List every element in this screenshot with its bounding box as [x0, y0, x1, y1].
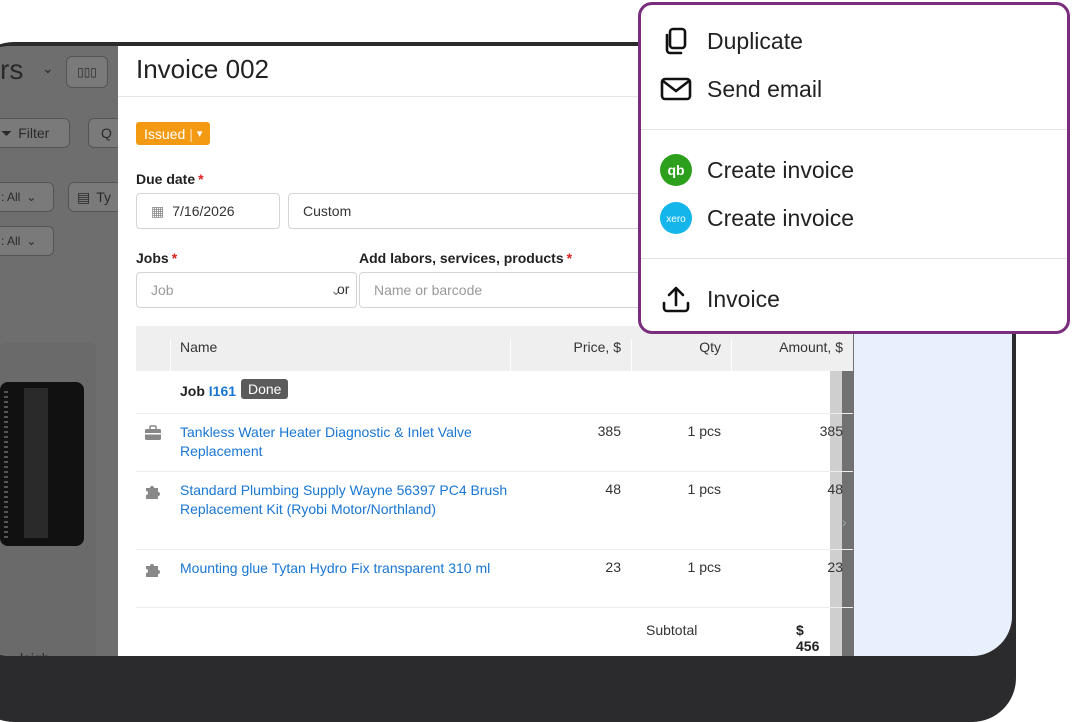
calendar-icon: ▤	[77, 188, 91, 205]
status-filter-dropdown-2[interactable]: : All ⌄	[0, 226, 54, 256]
menu-item-upload-invoice[interactable]: Invoice	[659, 279, 780, 319]
menu-item-create-invoice-quickbooks[interactable]: qb Create invoice	[659, 150, 854, 190]
chevron-down-icon: ▾	[196, 128, 203, 140]
background-thumbnail	[0, 382, 84, 546]
status-badge: Issued	[144, 125, 186, 142]
item-qty: 1 pcs	[687, 559, 721, 575]
xero-icon: xero	[659, 201, 693, 235]
puzzle-icon	[146, 486, 160, 499]
menu-item-create-invoice-xero[interactable]: xero Create invoice	[659, 198, 854, 238]
menu-item-send-email[interactable]: Send email	[659, 69, 822, 109]
item-price: 385	[597, 423, 621, 439]
svg-text:qb: qb	[667, 162, 684, 178]
puzzle-icon	[146, 564, 160, 577]
duplicate-icon	[659, 24, 693, 58]
actions-menu: Duplicate Send email qb Create invoice x…	[638, 2, 1070, 334]
table-row: Standard Plumbing Supply Wayne 56397 PC4…	[136, 471, 853, 550]
jobs-label: Jobs *	[136, 250, 178, 266]
toolbox-icon	[145, 425, 161, 440]
filter-button[interactable]: ⏷ Filter	[0, 118, 70, 148]
subtotal-label: Subtotal	[646, 622, 698, 638]
svg-text:xero: xero	[666, 214, 686, 225]
item-price: 48	[605, 481, 621, 497]
chevron-down-icon[interactable]: ⌄	[42, 60, 54, 77]
status-filter-dropdown[interactable]: : All ⌄	[0, 182, 54, 212]
filter-icon: ⏷	[1, 124, 13, 141]
column-amount: Amount, $	[779, 339, 843, 355]
column-price: Price, $	[573, 339, 621, 355]
subtotal-value: $ 456	[796, 622, 820, 654]
calendar-icon: ▦	[151, 202, 165, 219]
background-title: rs	[0, 54, 24, 85]
menu-divider	[641, 129, 1067, 130]
item-qty: 1 pcs	[687, 481, 721, 497]
view-toggle-icon[interactable]: ▯▯▯	[66, 56, 108, 88]
item-price: 23	[605, 559, 621, 575]
separator: |	[189, 125, 193, 142]
email-icon	[659, 72, 693, 106]
item-link[interactable]: Standard Plumbing Supply Wayne 56397 PC4…	[180, 481, 510, 519]
menu-item-duplicate[interactable]: Duplicate	[659, 21, 803, 61]
or-label: or	[337, 281, 350, 297]
upload-icon	[659, 282, 693, 316]
status-dropdown[interactable]: Issued | ▾	[136, 122, 211, 145]
quickbooks-icon: qb	[659, 153, 693, 187]
table-row: Tankless Water Heater Diagnostic & Inlet…	[136, 413, 853, 472]
item-link[interactable]: Tankless Water Heater Diagnostic & Inlet…	[180, 423, 510, 461]
background-footer-text: leigh	[20, 650, 50, 656]
job-group-row: Job I161 Done	[136, 371, 853, 414]
column-qty: Qty	[699, 339, 721, 355]
status-badge: Done	[241, 379, 289, 399]
due-date-field[interactable]: ▦ 7/16/2026	[136, 193, 280, 229]
due-date-label: Due date *	[136, 171, 204, 187]
page-title: Invoice 002	[136, 54, 269, 84]
column-name: Name	[180, 339, 218, 355]
item-amount: 385	[819, 423, 843, 439]
item-amount: 23	[827, 559, 843, 575]
item-amount: 48	[827, 481, 843, 497]
jobs-select[interactable]: Job ⌄	[136, 272, 357, 308]
table-row: Mounting glue Tytan Hydro Fix transparen…	[136, 549, 853, 608]
item-link[interactable]: Mounting glue Tytan Hydro Fix transparen…	[180, 559, 510, 578]
menu-divider	[641, 258, 1067, 259]
add-items-label: Add labors, services, products *	[359, 250, 573, 266]
item-qty: 1 pcs	[687, 423, 721, 439]
job-link[interactable]: I161	[209, 383, 236, 399]
